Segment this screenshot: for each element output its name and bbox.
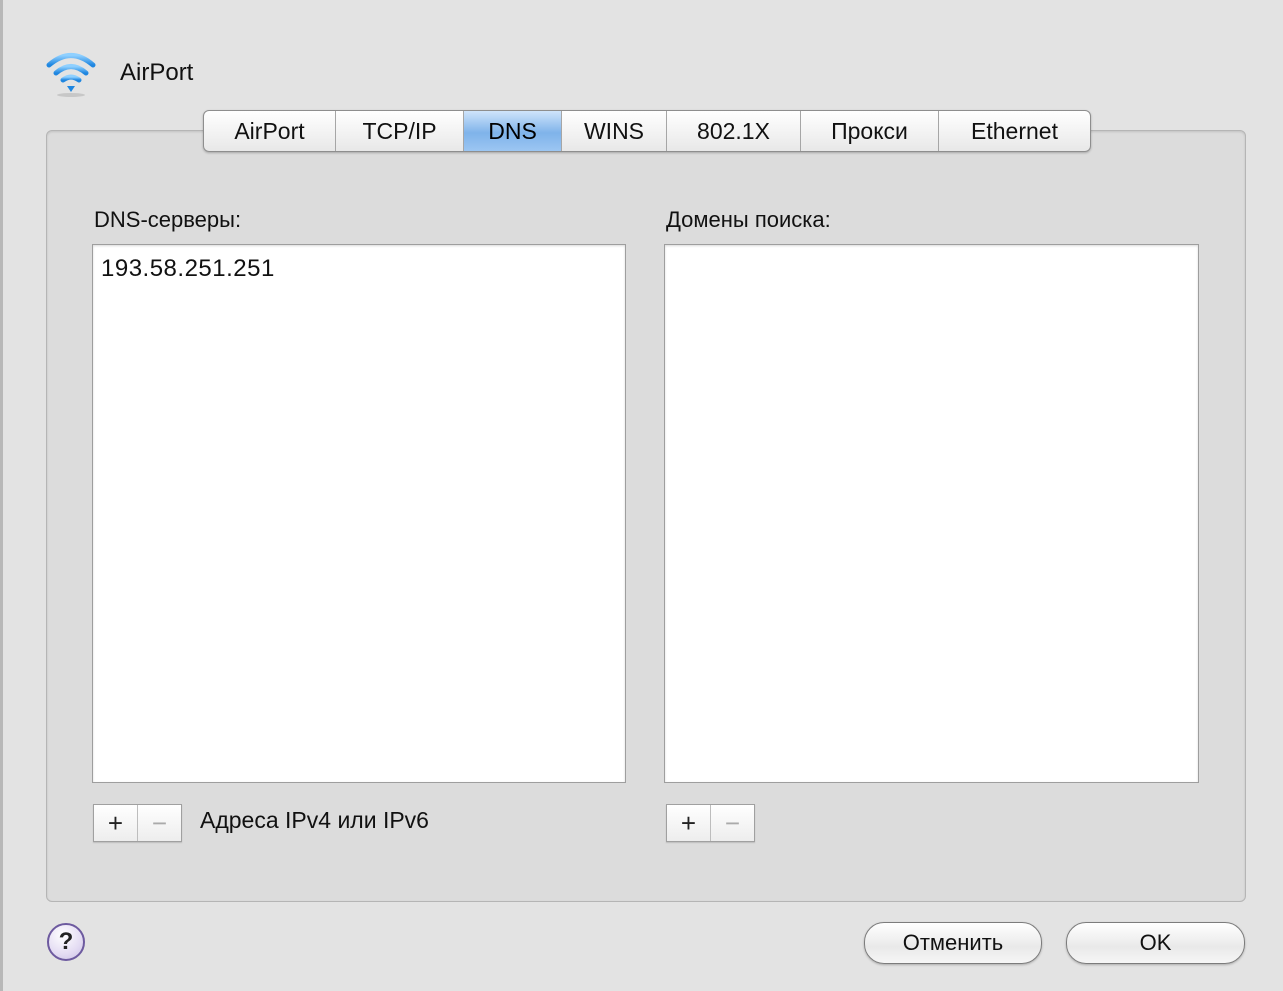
dns-servers-list[interactable]: 193.58.251.251 — [92, 244, 626, 783]
add-search-domain-button[interactable]: + — [667, 805, 710, 841]
list-item[interactable]: 193.58.251.251 — [93, 245, 625, 283]
search-domains-add-remove: + − — [666, 804, 755, 842]
tab-dns[interactable]: DNS — [464, 111, 562, 151]
cancel-button[interactable]: Отменить — [864, 922, 1042, 964]
tab-bar: AirPort TCP/IP DNS WINS 802.1X Прокси Et… — [203, 110, 1091, 152]
header: AirPort — [46, 48, 193, 98]
search-domains-list[interactable] — [664, 244, 1199, 783]
address-hint: Адреса IPv4 или IPv6 — [200, 807, 429, 833]
window-title: AirPort — [120, 59, 194, 86]
window-edge — [0, 0, 3, 991]
tab-ethernet[interactable]: Ethernet — [939, 111, 1090, 151]
remove-search-domain-button[interactable]: − — [710, 805, 754, 841]
remove-dns-server-button[interactable]: − — [137, 805, 181, 841]
tab-proxy[interactable]: Прокси — [801, 111, 939, 151]
search-domains-label: Домены поиска: — [666, 207, 831, 232]
help-icon: ? — [58, 928, 74, 955]
tab-8021x[interactable]: 802.1X — [667, 111, 801, 151]
tab-airport[interactable]: AirPort — [204, 111, 336, 151]
network-settings-window: AirPort AirPort TCP/IP DNS WINS 802.1X П… — [0, 0, 1283, 991]
add-dns-server-button[interactable]: + — [94, 805, 137, 841]
help-button[interactable]: ? — [47, 923, 85, 961]
tab-tcpip[interactable]: TCP/IP — [336, 111, 464, 151]
dns-servers-label: DNS-серверы: — [94, 207, 242, 232]
wifi-icon — [46, 48, 96, 98]
dns-servers-add-remove: + − — [93, 804, 182, 842]
ok-button[interactable]: OK — [1066, 922, 1245, 964]
tab-wins[interactable]: WINS — [562, 111, 667, 151]
